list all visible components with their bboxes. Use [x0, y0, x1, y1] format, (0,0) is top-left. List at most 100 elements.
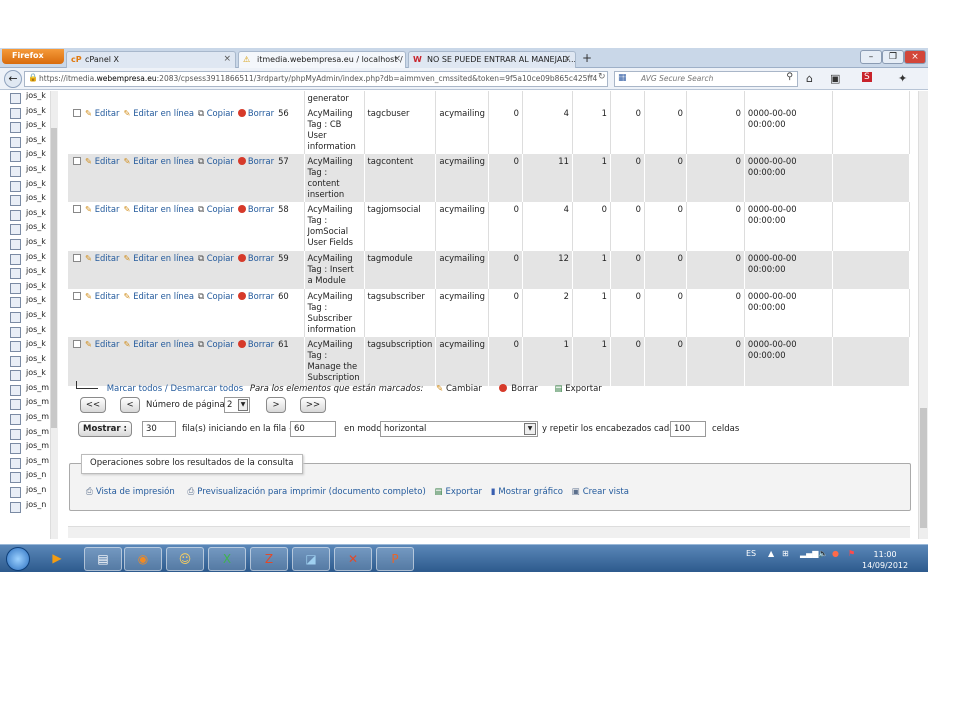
copy-link[interactable]: Copiar	[207, 339, 234, 349]
sidebar-table-item[interactable]: jos_k	[0, 368, 57, 383]
maximize-button[interactable]: ❐	[882, 50, 904, 64]
row-checkbox[interactable]	[73, 157, 81, 165]
repeat-headers-input[interactable]: 100	[670, 421, 706, 437]
sidebar-table-item[interactable]: jos_k	[0, 325, 57, 340]
copy-link[interactable]: Copiar	[207, 108, 234, 118]
sidebar-table-item[interactable]: jos_k	[0, 222, 57, 237]
sidebar-table-item[interactable]: jos_n	[0, 470, 57, 485]
tools-icon[interactable]: ✦	[898, 72, 907, 85]
network-icon[interactable]: ⊞	[782, 549, 789, 558]
tray-arrow-icon[interactable]: ▲	[768, 549, 774, 558]
sidebar-table-item[interactable]: jos_m	[0, 397, 57, 412]
mode-select[interactable]: horizontal ▼	[380, 421, 538, 437]
language-indicator[interactable]: ES	[746, 549, 756, 558]
minimize-button[interactable]: –	[860, 50, 882, 64]
delete-selected-button[interactable]: Borrar	[511, 384, 538, 394]
export-link[interactable]: Exportar	[446, 487, 483, 497]
edit-link[interactable]: Editar	[95, 339, 120, 349]
prev-page-button[interactable]: <	[120, 397, 140, 413]
delete-link[interactable]: Borrar	[248, 253, 274, 263]
sidebar-table-item[interactable]: jos_k	[0, 149, 57, 164]
inline-edit-link[interactable]: Editar en línea	[133, 156, 194, 166]
sidebar-table-item[interactable]: jos_k	[0, 193, 57, 208]
search-input[interactable]: ▦ AVG Secure Search ⚲	[614, 71, 798, 87]
sidebar-table-item[interactable]: jos_m	[0, 427, 57, 442]
row-checkbox[interactable]	[73, 340, 81, 348]
show-chart-link[interactable]: Mostrar gráfico	[498, 487, 563, 497]
page-number-select[interactable]: 2 ▼	[224, 397, 250, 413]
sidebar-table-item[interactable]: jos_k	[0, 208, 57, 223]
star-icon[interactable]: ☆	[586, 72, 593, 81]
close-tab-icon[interactable]: ×	[393, 54, 401, 64]
horizontal-scrollbar[interactable]	[68, 526, 910, 538]
messenger-icon[interactable]: ☺	[166, 547, 204, 571]
edit-link[interactable]: Editar	[95, 291, 120, 301]
inline-edit-link[interactable]: Editar en línea	[133, 339, 194, 349]
sidebar-table-item[interactable]: jos_k	[0, 179, 57, 194]
start-row-input[interactable]: 60	[290, 421, 336, 437]
inline-edit-link[interactable]: Editar en línea	[133, 253, 194, 263]
sidebar-table-item[interactable]: jos_k	[0, 120, 57, 135]
action-center-icon[interactable]: ⚑	[848, 549, 855, 558]
start-button[interactable]	[6, 547, 30, 571]
edit-link[interactable]: Editar	[95, 204, 120, 214]
row-checkbox[interactable]	[73, 109, 81, 117]
sidebar-table-item[interactable]: jos_k	[0, 354, 57, 369]
print-preview-link[interactable]: Previsualización para imprimir (document…	[197, 487, 425, 497]
main-scroll-thumb[interactable]	[920, 408, 927, 528]
sidebar-table-item[interactable]: jos_k	[0, 310, 57, 325]
first-page-button[interactable]: <<	[80, 397, 106, 413]
sidebar-table-item[interactable]: jos_k	[0, 266, 57, 281]
sidebar-table-item[interactable]: jos_m	[0, 441, 57, 456]
edit-link[interactable]: Editar	[95, 253, 120, 263]
uncheck-all-link[interactable]: Desmarcar todos	[170, 384, 243, 394]
sidebar-scroll-thumb[interactable]	[51, 128, 57, 428]
row-checkbox[interactable]	[73, 254, 81, 262]
sidebar-table-item[interactable]: jos_m	[0, 412, 57, 427]
copy-link[interactable]: Copiar	[207, 204, 234, 214]
sidebar-table-item[interactable]: jos_k	[0, 281, 57, 296]
red-app-icon[interactable]: ✕	[334, 547, 372, 571]
reload-icon[interactable]: ↻	[598, 72, 606, 82]
back-button[interactable]: ←	[4, 70, 22, 88]
tab-phpmyadmin[interactable]: ⚠ itmedia.webempresa.eu / localhost / ..…	[238, 51, 406, 68]
close-tab-icon[interactable]: ×	[223, 54, 231, 64]
bookmarks-icon[interactable]: ▣	[830, 72, 840, 85]
delete-link[interactable]: Borrar	[248, 204, 274, 214]
address-bar[interactable]: 🔒 https://itmedia.webempresa.eu:2083/cps…	[24, 71, 608, 87]
app-icon[interactable]: ◪	[292, 547, 330, 571]
addon-s-icon[interactable]: S	[862, 72, 872, 82]
last-page-button[interactable]: >>	[300, 397, 326, 413]
inline-edit-link[interactable]: Editar en línea	[133, 108, 194, 118]
filezilla-icon[interactable]: Z	[250, 547, 288, 571]
new-tab-button[interactable]: +	[578, 51, 596, 67]
media-player-icon[interactable]: ▶	[40, 547, 74, 571]
sidebar-table-item[interactable]: jos_k	[0, 106, 57, 121]
sidebar-table-item[interactable]: jos_k	[0, 91, 57, 106]
firefox-menu-button[interactable]: Firefox	[2, 49, 64, 64]
sidebar-table-item[interactable]: jos_k	[0, 135, 57, 150]
edit-link[interactable]: Editar	[95, 156, 120, 166]
export-selected-button[interactable]: Exportar	[565, 384, 602, 394]
sidebar-table-item[interactable]: jos_m	[0, 456, 57, 471]
row-checkbox[interactable]	[73, 292, 81, 300]
search-icon[interactable]: ⚲	[786, 72, 793, 82]
show-button[interactable]: Mostrar :	[78, 421, 132, 437]
rows-count-input[interactable]: 30	[142, 421, 176, 437]
create-view-link[interactable]: Crear vista	[583, 487, 629, 497]
excel-icon[interactable]: X	[208, 547, 246, 571]
delete-link[interactable]: Borrar	[248, 339, 274, 349]
explorer-icon[interactable]: ▤	[84, 547, 122, 571]
sidebar-table-item[interactable]: jos_n	[0, 485, 57, 500]
check-all-link[interactable]: Marcar todos	[107, 384, 163, 394]
volume-icon[interactable]: 🔈	[818, 549, 828, 558]
home-icon[interactable]: ⌂	[806, 72, 813, 85]
change-button[interactable]: Cambiar	[446, 384, 482, 394]
sidebar-table-item[interactable]: jos_n	[0, 500, 57, 515]
delete-link[interactable]: Borrar	[248, 291, 274, 301]
row-checkbox[interactable]	[73, 205, 81, 213]
inline-edit-link[interactable]: Editar en línea	[133, 204, 194, 214]
edit-link[interactable]: Editar	[95, 108, 120, 118]
copy-link[interactable]: Copiar	[207, 253, 234, 263]
alert-icon[interactable]: ●	[832, 549, 839, 558]
